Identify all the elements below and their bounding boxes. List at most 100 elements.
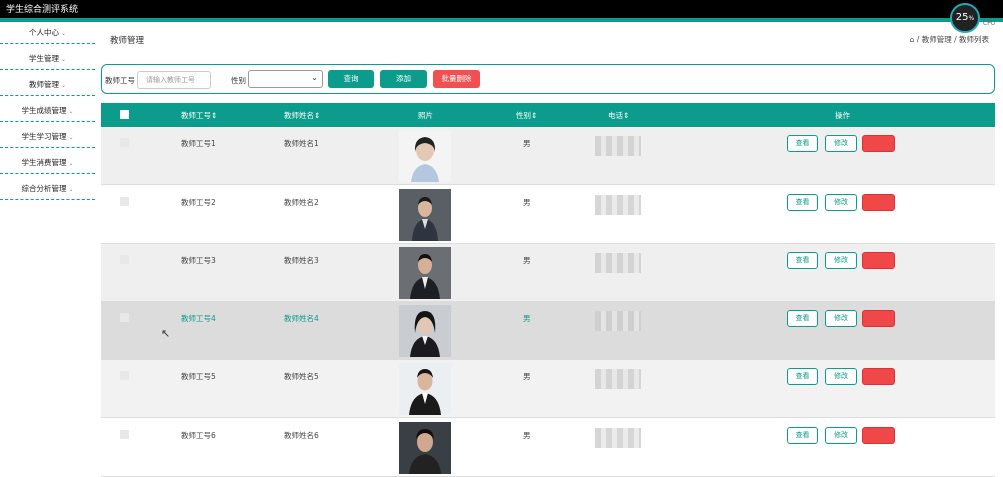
home-icon[interactable]: ⌂	[910, 35, 915, 44]
teacher-id-cell: 教师工号4	[181, 314, 216, 323]
sidebar-item-analysis[interactable]: 综合分析管理 ⌄	[0, 178, 95, 200]
sidebar-item-teachers[interactable]: 教师管理 ⌄	[0, 74, 95, 96]
bulk-delete-button[interactable]: 批量删除	[433, 70, 480, 88]
teacher-name-cell: 教师姓名1	[284, 139, 319, 148]
teacher-id-input[interactable]: 请输入教师工号	[137, 71, 211, 89]
sidebar-item-grades[interactable]: 学生成绩管理 ⌄	[0, 100, 95, 122]
phone-cell-blurred	[595, 195, 641, 215]
row-checkbox[interactable]	[120, 197, 129, 206]
teacher-table: 教师工号⇕ 教师姓名⇕ 照片 性别⇕ 电话⇕ 操作 教师工号1 教师姓名1 男 …	[101, 103, 995, 477]
teacher-photo	[399, 189, 451, 241]
phone-cell-blurred	[595, 136, 641, 156]
gender-cell: 男	[523, 198, 531, 207]
gender-label: 性别	[231, 76, 246, 85]
table-row[interactable]: 教师工号3 教师姓名3 男 查看 修改 删除	[101, 244, 995, 302]
select-all-checkbox[interactable]	[120, 110, 129, 119]
gender-select[interactable]: ⌄	[248, 70, 323, 88]
column-header-id[interactable]: 教师工号⇕	[181, 110, 217, 121]
sidebar-item-label: 综合分析管理	[21, 184, 67, 193]
teacher-photo	[399, 363, 451, 415]
mouse-cursor-icon: ↖	[161, 327, 171, 340]
phone-cell-blurred	[595, 311, 641, 331]
sidebar-item-label: 学生学习管理	[21, 132, 67, 141]
sidebar-item-students[interactable]: 学生管理 ⌄	[0, 48, 95, 70]
sidebar-item-label: 学生成绩管理	[21, 106, 67, 115]
gender-cell: 男	[523, 372, 531, 381]
cpu-unit: %	[968, 15, 975, 22]
teacher-id-cell: 教师工号3	[181, 256, 216, 265]
caret-down-icon: ⌄	[68, 186, 74, 193]
edit-button[interactable]: 修改	[825, 368, 857, 385]
caret-down-icon: ⌄	[68, 160, 74, 167]
delete-button[interactable]: 删除	[862, 252, 895, 269]
top-bar: 学生综合测评系统	[0, 0, 1003, 22]
delete-button[interactable]: 删除	[862, 135, 895, 152]
sidebar-item-label: 学生管理	[28, 54, 59, 63]
view-button[interactable]: 查看	[787, 194, 818, 211]
caret-down-icon: ⌄	[60, 82, 67, 89]
teacher-name-cell: 教师姓名5	[284, 372, 319, 381]
column-header-actions: 操作	[835, 111, 850, 120]
column-header-gender[interactable]: 性别⇕	[516, 110, 537, 121]
sort-icon: ⇕	[623, 111, 630, 120]
sort-icon: ⇕	[314, 111, 321, 120]
sort-icon: ⇕	[211, 111, 218, 120]
teacher-name-cell: 教师姓名2	[284, 198, 319, 207]
sidebar-item-consumption[interactable]: 学生消费管理 ⌄	[0, 152, 95, 174]
edit-button[interactable]: 修改	[825, 135, 857, 152]
sidebar-item-label: 个人中心	[28, 28, 59, 37]
view-button[interactable]: 查看	[787, 252, 818, 269]
gender-cell: 男	[523, 139, 531, 148]
column-header-phone[interactable]: 电话⇕	[608, 110, 629, 121]
column-header-name[interactable]: 教师姓名⇕	[284, 110, 320, 121]
table-row[interactable]: 教师工号2 教师姓名2 男 查看 修改 删除	[101, 186, 995, 244]
query-button[interactable]: 查询	[328, 70, 374, 88]
sidebar-item-label: 学生消费管理	[21, 158, 67, 167]
teacher-id-cell: 教师工号5	[181, 372, 216, 381]
view-button[interactable]: 查看	[787, 310, 818, 327]
table-row[interactable]: 教师工号5 教师姓名5 男 查看 修改 删除	[101, 360, 995, 418]
sidebar-item-study[interactable]: 学生学习管理 ⌄	[0, 126, 95, 148]
breadcrumb-text: / 教师管理 / 教师列表	[916, 35, 989, 44]
gender-cell: 男	[523, 314, 531, 323]
caret-down-icon: ⌄	[60, 30, 67, 37]
gender-cell: 男	[523, 256, 531, 265]
delete-button[interactable]: 删除	[862, 310, 895, 327]
row-checkbox[interactable]	[120, 313, 129, 322]
delete-button[interactable]: 删除	[862, 194, 895, 211]
caret-down-icon: ⌄	[68, 108, 74, 115]
view-button[interactable]: 查看	[787, 368, 818, 385]
add-button[interactable]: 添加	[380, 70, 427, 88]
row-checkbox[interactable]	[120, 371, 129, 380]
table-row[interactable]: 教师工号6 教师姓名6 男 查看 修改 删除	[101, 419, 995, 477]
sidebar: 个人中心 ⌄ 学生管理 ⌄ 教师管理 ⌄ 学生成绩管理 ⌄ 学生学习管理 ⌄ 学生消费管理…	[0, 22, 96, 454]
search-panel: 教师工号 请输入教师工号 性别 ⌄ 查询 添加 批量删除	[101, 64, 995, 94]
view-button[interactable]: 查看	[787, 135, 818, 152]
table-row[interactable]: 教师工号1 教师姓名1 男 查看 修改 删除	[101, 127, 995, 185]
row-checkbox[interactable]	[120, 138, 129, 147]
edit-button[interactable]: 修改	[825, 427, 857, 444]
sidebar-item-label: 教师管理	[28, 80, 59, 89]
row-checkbox[interactable]	[120, 255, 129, 264]
sidebar-item-personal-center[interactable]: 个人中心 ⌄	[0, 22, 95, 44]
delete-button[interactable]: 删除	[862, 427, 895, 444]
app-title: 学生综合测评系统	[6, 5, 79, 15]
teacher-photo	[399, 422, 451, 474]
table-header: 教师工号⇕ 教师姓名⇕ 照片 性别⇕ 电话⇕ 操作	[101, 103, 995, 127]
teacher-id-cell: 教师工号1	[181, 139, 216, 148]
teacher-id-cell: 教师工号2	[181, 198, 216, 207]
phone-cell-blurred	[595, 253, 641, 273]
row-checkbox[interactable]	[120, 430, 129, 439]
edit-button[interactable]: 修改	[825, 194, 857, 211]
teacher-id-cell: 教师工号6	[181, 431, 216, 440]
caret-down-icon: ⌄	[60, 56, 67, 63]
teacher-photo	[399, 247, 451, 299]
edit-button[interactable]: 修改	[825, 252, 857, 269]
teacher-name-cell: 教师姓名6	[284, 431, 319, 440]
column-header-photo: 照片	[418, 111, 433, 120]
view-button[interactable]: 查看	[787, 427, 818, 444]
edit-button[interactable]: 修改	[825, 310, 857, 327]
delete-button[interactable]: 删除	[862, 368, 895, 385]
breadcrumb: ⌂ / 教师管理 / 教师列表	[910, 34, 989, 45]
table-row[interactable]: 教师工号4 教师姓名4 男 查看 修改 删除	[101, 302, 995, 360]
